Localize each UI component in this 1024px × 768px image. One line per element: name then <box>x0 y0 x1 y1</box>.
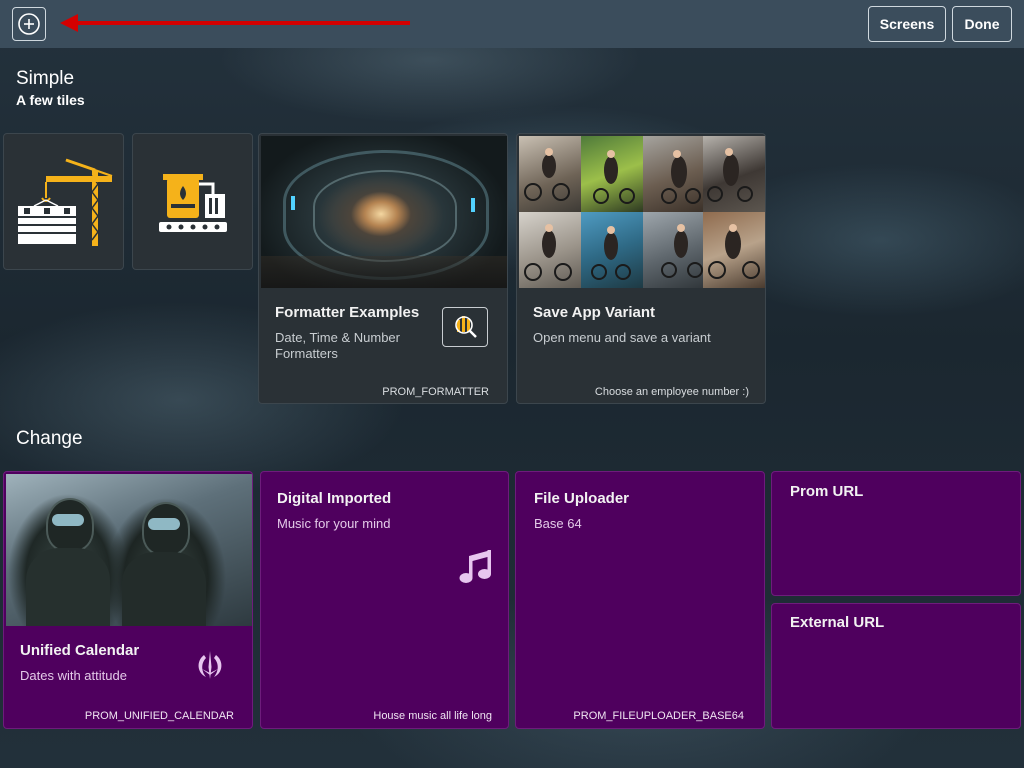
factory-icon <box>159 174 227 232</box>
tile-unified-calendar[interactable]: Unified Calendar Dates with attitude PRO… <box>3 471 253 729</box>
plus-circle-icon <box>18 13 40 35</box>
tile-title: Digital Imported <box>277 490 392 507</box>
tile-title: Unified Calendar <box>20 642 140 659</box>
shell-header: Screens Done <box>0 0 1024 48</box>
tile-footer: House music all life long <box>373 710 492 722</box>
tile-footer: PROM_UNIFIED_CALENDAR <box>84 710 234 722</box>
tile-subtitle: Open menu and save a variant <box>533 330 711 345</box>
tile-footer: PROM_FILEUPLOADER_BASE64 <box>573 710 744 722</box>
tile-subtitle: Dates with attitude <box>20 668 127 683</box>
tile-title: Prom URL <box>790 483 864 500</box>
annotation-arrow-icon <box>60 14 410 32</box>
tile-subtitle: Base 64 <box>534 516 582 531</box>
tile-footer: Choose an employee number :) <box>594 386 749 398</box>
crane-icon <box>18 158 113 246</box>
tile-subtitle: Music for your mind <box>277 516 391 531</box>
tile-crane[interactable] <box>3 133 124 270</box>
tile-factory[interactable] <box>132 133 253 270</box>
tunnel-image <box>261 136 507 288</box>
tile-external-url[interactable]: External URL <box>771 603 1021 729</box>
tile-formatter-examples[interactable]: Formatter Examples Date, Time & Number F… <box>258 133 508 404</box>
cyclists-photo-grid <box>519 136 765 288</box>
group-title-simple: Simple <box>16 68 75 89</box>
tile-title: Save App Variant <box>533 304 655 321</box>
tile-save-app-variant[interactable]: Save App Variant Open menu and save a va… <box>516 133 766 404</box>
group-subtitle-simple: A few tiles <box>16 92 85 108</box>
tile-prom-url[interactable]: Prom URL <box>771 471 1021 596</box>
tile-digital-imported[interactable]: Digital Imported Music for your mind Hou… <box>260 471 509 729</box>
tile-title: External URL <box>790 614 885 631</box>
jedi-emblem-icon <box>198 651 222 679</box>
soldiers-image <box>6 474 252 626</box>
tile-title: File Uploader <box>534 490 630 507</box>
screens-button[interactable]: Screens <box>868 6 946 42</box>
tile-title: Formatter Examples <box>275 304 420 321</box>
music-note-icon <box>459 550 491 583</box>
tile-subtitle: Date, Time & Number Formatters <box>275 330 400 361</box>
done-button[interactable]: Done <box>952 6 1012 42</box>
tile-file-uploader[interactable]: File Uploader Base 64 PROM_FILEUPLOADER_… <box>515 471 765 729</box>
add-tile-button[interactable] <box>12 7 46 41</box>
chart-search-icon <box>442 307 488 347</box>
group-title-change: Change <box>16 428 83 449</box>
tile-footer: PROM_FORMATTER <box>382 386 489 398</box>
